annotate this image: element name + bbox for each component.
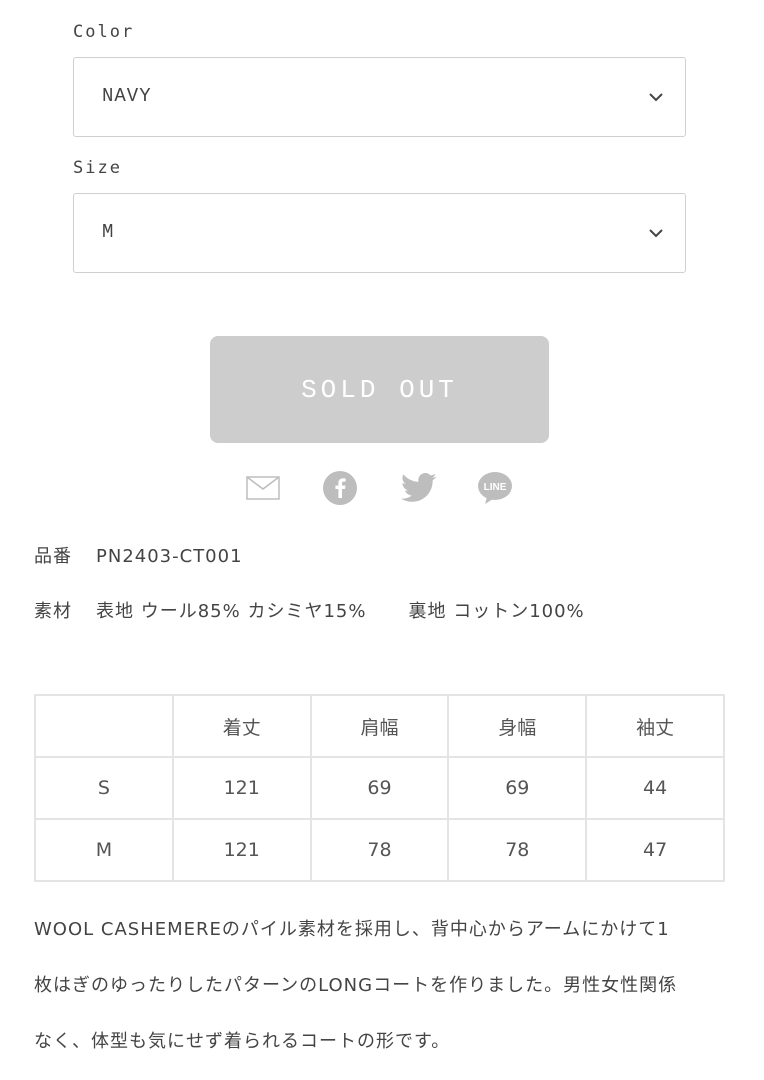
table-header-cell (34, 694, 174, 758)
table-cell: 69 (309, 756, 450, 820)
product-number-label: 品番 (34, 546, 72, 567)
size-select[interactable]: M (73, 193, 686, 273)
size-table-header-row: 着丈 肩幅 身幅 袖丈 (34, 694, 725, 758)
sold-out-label: SOLD OUT (301, 374, 458, 405)
color-label: Color (73, 22, 135, 42)
description-line: 枚はぎのゆったりしたパターンのLONGコートを作りました。男性女性関係 (34, 975, 678, 996)
sold-out-button[interactable]: SOLD OUT (210, 336, 549, 443)
table-cell: S (34, 756, 174, 820)
line-icon: LINE (478, 472, 512, 504)
share-facebook-button[interactable] (322, 468, 358, 508)
share-mail-button[interactable] (245, 468, 281, 508)
table-cell: 69 (447, 756, 588, 820)
twitter-icon (401, 473, 437, 502)
chevron-down-icon (649, 93, 663, 102)
chevron-down-icon (649, 229, 663, 238)
material-lining: 裏地 コットン100% (408, 601, 585, 622)
table-header-cell: 着丈 (171, 694, 312, 758)
size-table: 着丈 肩幅 身幅 袖丈 S 121 69 69 44 M 121 78 78 4… (34, 694, 725, 882)
table-cell: 121 (171, 756, 312, 820)
facebook-icon (323, 471, 357, 505)
material-label: 素材 (34, 601, 72, 622)
table-cell: M (34, 818, 174, 882)
table-cell: 78 (309, 818, 450, 882)
table-row: M 121 78 78 47 (34, 818, 725, 882)
mail-icon (246, 476, 280, 500)
share-line-button[interactable]: LINE (476, 468, 514, 508)
line-icon-text: LINE (484, 482, 507, 493)
table-header-cell: 身幅 (447, 694, 588, 758)
table-header-cell: 肩幅 (309, 694, 450, 758)
product-number-row: 品番 PN2403-CT001 (34, 542, 243, 568)
color-select[interactable]: NAVY (73, 57, 686, 137)
size-select-value: M (102, 221, 115, 243)
table-cell: 121 (171, 818, 312, 882)
table-row: S 121 69 69 44 (34, 756, 725, 820)
share-twitter-button[interactable] (400, 468, 438, 508)
table-cell: 78 (447, 818, 588, 882)
material-row: 素材 表地 ウール85% カシミヤ15% 裏地 コットン100% (34, 597, 585, 623)
material-outer: 表地 ウール85% カシミヤ15% (96, 601, 367, 622)
description-line: なく、体型も気にせず着られるコートの形です。 (34, 1031, 451, 1052)
description-line: WOOL CASHEMEREのパイル素材を採用し、背中心からアームにかけて1 (34, 919, 670, 940)
size-label: Size (73, 158, 122, 178)
table-cell: 44 (585, 756, 725, 820)
table-cell: 47 (585, 818, 725, 882)
color-select-value: NAVY (102, 85, 152, 107)
table-header-cell: 袖丈 (585, 694, 725, 758)
product-description: WOOL CASHEMEREのパイル素材を採用し、背中心からアームにかけて1 枚… (34, 902, 734, 1070)
product-number-value: PN2403-CT001 (96, 546, 243, 567)
